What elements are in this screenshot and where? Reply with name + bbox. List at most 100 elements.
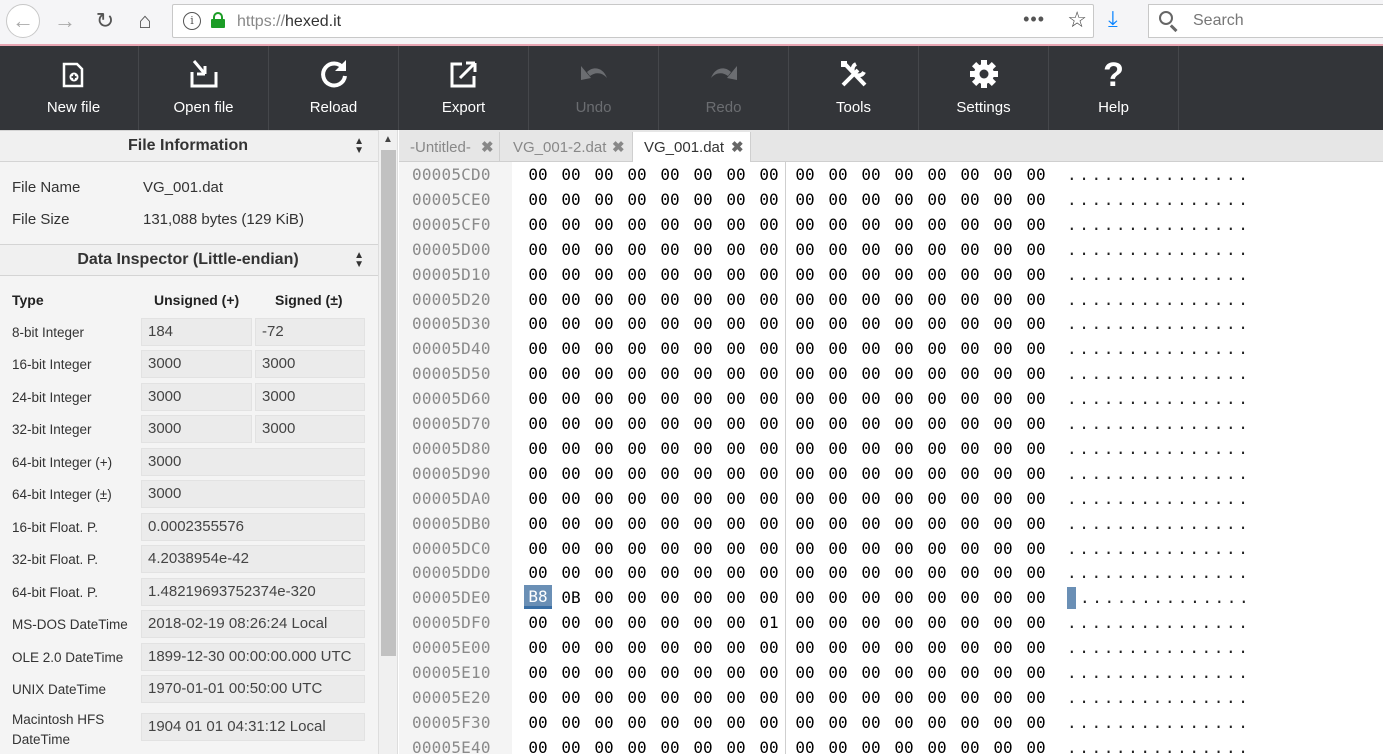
hex-byte[interactable]: 00	[989, 215, 1017, 234]
hex-byte[interactable]: 00	[590, 663, 618, 682]
hex-byte[interactable]: 00	[689, 588, 717, 607]
hex-byte[interactable]: 00	[524, 414, 552, 433]
ascii-text[interactable]: ...............	[1067, 688, 1251, 707]
hex-byte[interactable]: 00	[755, 688, 783, 707]
info-icon[interactable]: i	[183, 12, 201, 30]
hex-byte[interactable]: 00	[791, 165, 819, 184]
hex-byte[interactable]: 00	[791, 389, 819, 408]
hex-byte[interactable]: 00	[524, 165, 552, 184]
hex-byte[interactable]: 00	[623, 464, 651, 483]
hex-byte[interactable]: 00	[890, 613, 918, 632]
hex-byte[interactable]: 00	[857, 464, 885, 483]
hex-byte[interactable]: 00	[1022, 240, 1050, 259]
hex-byte[interactable]: 00	[923, 314, 951, 333]
hex-byte[interactable]: 00	[791, 414, 819, 433]
tools-button[interactable]: Tools	[789, 46, 919, 130]
undo-button[interactable]: Undo	[529, 46, 659, 130]
hex-byte[interactable]: 00	[557, 539, 585, 558]
hex-byte[interactable]: 00	[923, 439, 951, 458]
inspector-unsigned-field[interactable]: 3000	[141, 350, 252, 378]
hex-byte[interactable]: 00	[524, 514, 552, 533]
hex-byte[interactable]: 00	[890, 165, 918, 184]
browser-reload-icon[interactable]: ↻	[88, 4, 122, 38]
hex-byte[interactable]: 00	[956, 290, 984, 309]
ascii-text[interactable]: ..............	[1080, 588, 1251, 607]
inspector-unsigned-field[interactable]: 3000	[141, 415, 252, 443]
hex-byte[interactable]: 00	[755, 265, 783, 284]
ascii-text[interactable]: ...............	[1067, 514, 1251, 533]
hex-byte[interactable]: 00	[557, 364, 585, 383]
hex-byte[interactable]: 00	[923, 265, 951, 284]
hex-byte[interactable]: 00	[722, 613, 750, 632]
hex-byte[interactable]: 00	[656, 663, 684, 682]
inspector-value-field[interactable]: 0.0002355576	[141, 513, 365, 541]
hex-byte[interactable]: 00	[590, 464, 618, 483]
hex-byte[interactable]: 00	[722, 215, 750, 234]
hex-byte[interactable]: 00	[656, 738, 684, 754]
hex-byte[interactable]: 00	[755, 339, 783, 358]
hex-byte[interactable]: 00	[755, 439, 783, 458]
hex-byte[interactable]: 00	[824, 539, 852, 558]
hex-byte[interactable]: 00	[524, 339, 552, 358]
hex-byte[interactable]: 00	[557, 688, 585, 707]
hex-byte[interactable]: 00	[989, 464, 1017, 483]
hex-byte[interactable]: 00	[956, 439, 984, 458]
hex-byte[interactable]: 00	[1022, 190, 1050, 209]
hex-byte[interactable]: 00	[890, 215, 918, 234]
hex-byte[interactable]: 00	[824, 588, 852, 607]
hex-byte[interactable]: 00	[857, 663, 885, 682]
hex-byte[interactable]: 00	[623, 489, 651, 508]
inspector-value-field[interactable]: 1904 01 01 04:31:12 Local	[141, 713, 365, 741]
hex-byte[interactable]: 00	[689, 638, 717, 657]
hex-byte[interactable]: 00	[755, 290, 783, 309]
hex-byte[interactable]: 00	[590, 190, 618, 209]
hex-byte[interactable]: 00	[755, 539, 783, 558]
ascii-text[interactable]: ...............	[1067, 439, 1251, 458]
hex-byte[interactable]: 00	[791, 588, 819, 607]
hex-byte[interactable]: 00	[857, 265, 885, 284]
hex-byte[interactable]: 00	[557, 240, 585, 259]
ascii-text[interactable]: ...............	[1067, 290, 1251, 309]
hex-byte[interactable]: 00	[656, 364, 684, 383]
scroll-up-arrow-icon[interactable]: ▲	[383, 134, 393, 145]
hex-byte[interactable]: 00	[656, 588, 684, 607]
hex-byte[interactable]: 00	[890, 638, 918, 657]
hex-byte[interactable]: 00	[956, 364, 984, 383]
hex-byte[interactable]: 00	[656, 265, 684, 284]
hex-byte[interactable]: 00	[557, 265, 585, 284]
hex-byte[interactable]: 00	[989, 190, 1017, 209]
hex-byte[interactable]: 0B	[557, 588, 585, 607]
hex-byte[interactable]: 00	[755, 364, 783, 383]
hex-byte[interactable]: 00	[1022, 663, 1050, 682]
url-text[interactable]: https://hexed.it	[237, 13, 341, 31]
ascii-text[interactable]: ...............	[1067, 364, 1251, 383]
hex-byte[interactable]: 00	[656, 414, 684, 433]
hex-byte[interactable]: 00	[857, 688, 885, 707]
hex-byte[interactable]: 00	[923, 539, 951, 558]
url-bar[interactable]: i https://hexed.it ••• ☆	[172, 4, 1094, 38]
hex-byte[interactable]: 00	[755, 514, 783, 533]
hex-byte[interactable]: 00	[524, 663, 552, 682]
hex-byte[interactable]: 00	[1022, 165, 1050, 184]
hex-byte[interactable]: 00	[623, 514, 651, 533]
hex-byte[interactable]: 00	[623, 389, 651, 408]
hex-byte[interactable]: 00	[923, 713, 951, 732]
hex-byte[interactable]: 00	[623, 539, 651, 558]
tab-vg-001-2[interactable]: VG_001-2.dat ✖	[500, 132, 633, 162]
hex-byte[interactable]: 00	[689, 464, 717, 483]
hex-byte[interactable]: 00	[857, 389, 885, 408]
hex-byte[interactable]: 00	[824, 364, 852, 383]
hex-byte[interactable]: 00	[824, 464, 852, 483]
close-icon[interactable]: ✖	[481, 138, 494, 156]
hex-byte[interactable]: 00	[791, 713, 819, 732]
hex-byte[interactable]: 00	[722, 563, 750, 582]
hex-byte[interactable]: 00	[689, 364, 717, 383]
hex-byte[interactable]: 00	[890, 563, 918, 582]
hex-byte[interactable]: 00	[590, 588, 618, 607]
hex-byte[interactable]: 00	[956, 265, 984, 284]
hex-byte[interactable]: 00	[590, 713, 618, 732]
hex-byte[interactable]: 00	[989, 290, 1017, 309]
hex-byte[interactable]: 00	[623, 738, 651, 754]
hex-byte[interactable]: 00	[923, 414, 951, 433]
hex-byte[interactable]: 00	[857, 290, 885, 309]
